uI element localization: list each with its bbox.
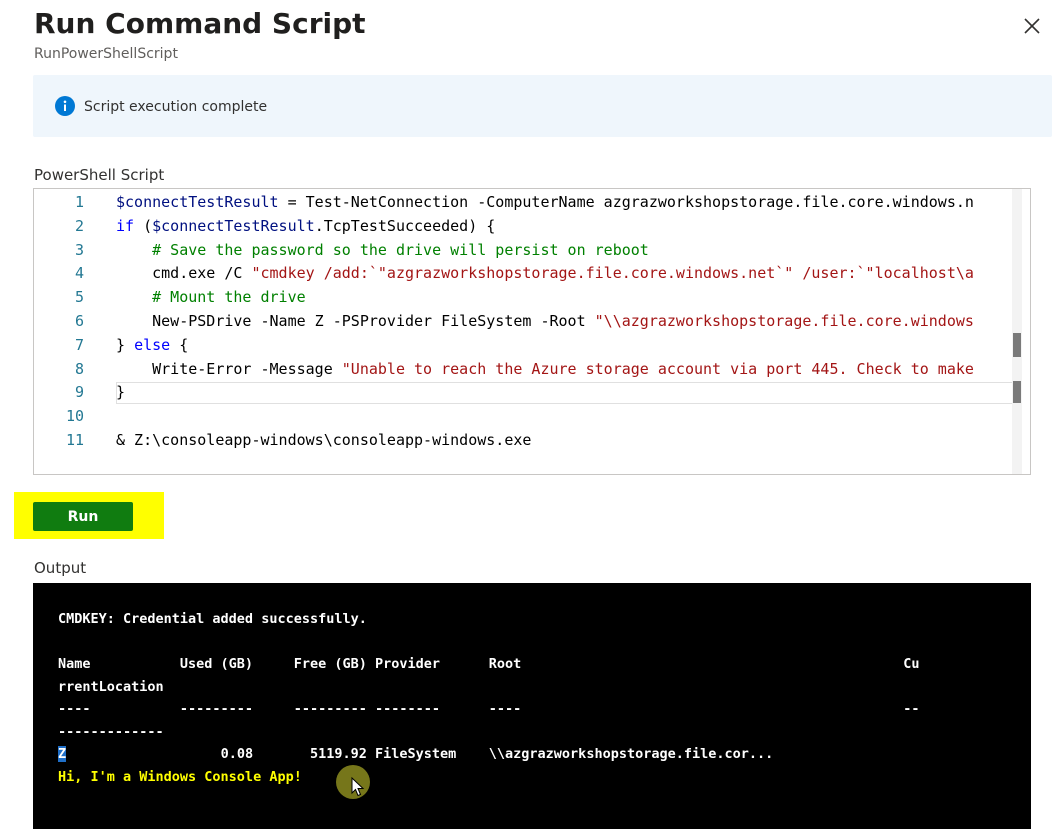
line-number: 1: [74, 193, 84, 211]
editor-scrollbar-thumb[interactable]: [1013, 333, 1021, 357]
line-number: 10: [65, 407, 84, 426]
output-line: rrentLocation: [58, 678, 164, 695]
code-lines[interactable]: 1 $connectTestResult = Test-NetConnection…: [34, 189, 1030, 474]
panel-title: Run Command Script: [34, 7, 366, 40]
editor-scrollbar[interactable]: [1012, 189, 1022, 474]
output-line: Name Used (GB) Free (GB) Provider Root C…: [58, 656, 920, 672]
code-text: # Mount the drive: [116, 288, 306, 307]
line-number: 4: [74, 264, 84, 283]
info-icon: [55, 96, 75, 116]
line-number: 7: [74, 335, 84, 354]
code-line[interactable]: 2 if ($connectTestResult.TcpTestSucceeded…: [34, 214, 1030, 238]
code-line[interactable]: 5 # Mount the drive: [34, 285, 1030, 309]
output-line: Hi, I'm a Windows Console App!: [58, 768, 302, 785]
code-text: Write-Error -Message "Unable to reach th…: [116, 359, 974, 378]
info-banner: Script execution complete: [33, 75, 1052, 137]
line-number: 8: [74, 359, 84, 378]
info-message: Script execution complete: [84, 99, 268, 115]
code-text: # Save the password so the drive will pe…: [116, 240, 649, 259]
output-line: CMDKEY: Credential added successfully.: [58, 611, 367, 627]
code-line[interactable]: 7 } else {: [34, 333, 1030, 357]
panel-subtitle: RunPowerShellScript: [34, 46, 178, 62]
script-editor[interactable]: 1 $connectTestResult = Test-NetConnection…: [33, 188, 1031, 475]
run-button[interactable]: Run: [33, 502, 133, 531]
code-text: New-PSDrive -Name Z -PSProvider FileSyst…: [116, 312, 974, 330]
output-line: Z 0.08 5119.92 FileSystem \\azgrazworksh…: [58, 746, 774, 762]
line-number: 5: [74, 288, 84, 307]
code-text: if ($connectTestResult.TcpTestSucceeded)…: [116, 216, 496, 235]
code-line[interactable]: 3 # Save the password so the drive will …: [34, 238, 1030, 262]
line-number: 9: [74, 383, 84, 402]
code-text: $connectTestResult = Test-NetConnection …: [116, 193, 974, 211]
code-line[interactable]: 9}: [34, 380, 1030, 404]
script-label: PowerShell Script: [34, 166, 165, 184]
output-line: -------------: [58, 723, 164, 740]
code-text: & Z:\consoleapp-windows\consoleapp-windo…: [116, 431, 532, 449]
code-text: }: [116, 383, 126, 402]
output-label: Output: [34, 559, 87, 577]
editor-divider: [1030, 189, 1031, 475]
selected-text: Z: [58, 746, 67, 762]
close-button[interactable]: [1018, 12, 1046, 40]
output-line: ---- --------- --------- -------- ---- -…: [58, 701, 920, 717]
code-text: cmd.exe /C "cmdkey /add:`"azgrazworkshop…: [116, 264, 974, 283]
line-number: 6: [74, 312, 84, 330]
code-line[interactable]: 6 New-PSDrive -Name Z -PSProvider FileSy…: [34, 309, 1030, 333]
code-line[interactable]: 10: [34, 404, 1030, 428]
code-line[interactable]: 1 $connectTestResult = Test-NetConnection…: [34, 190, 1030, 214]
code-text: } else {: [116, 335, 189, 354]
close-icon: [1024, 18, 1040, 34]
line-number: 11: [65, 431, 84, 449]
mouse-pointer-icon: [351, 777, 365, 797]
output-console[interactable]: CMDKEY: Credential added successfully. Na…: [33, 583, 1031, 829]
code-line[interactable]: 4 cmd.exe /C "cmdkey /add:`"azgrazworksh…: [34, 261, 1030, 285]
code-line[interactable]: 11 & Z:\consoleapp-windows\consoleapp-win…: [34, 428, 1030, 452]
line-number: 3: [74, 240, 84, 259]
code-line[interactable]: 8 Write-Error -Message "Unable to reach …: [34, 357, 1030, 381]
line-number: 2: [74, 216, 84, 235]
editor-scrollbar-marker: [1013, 381, 1021, 403]
